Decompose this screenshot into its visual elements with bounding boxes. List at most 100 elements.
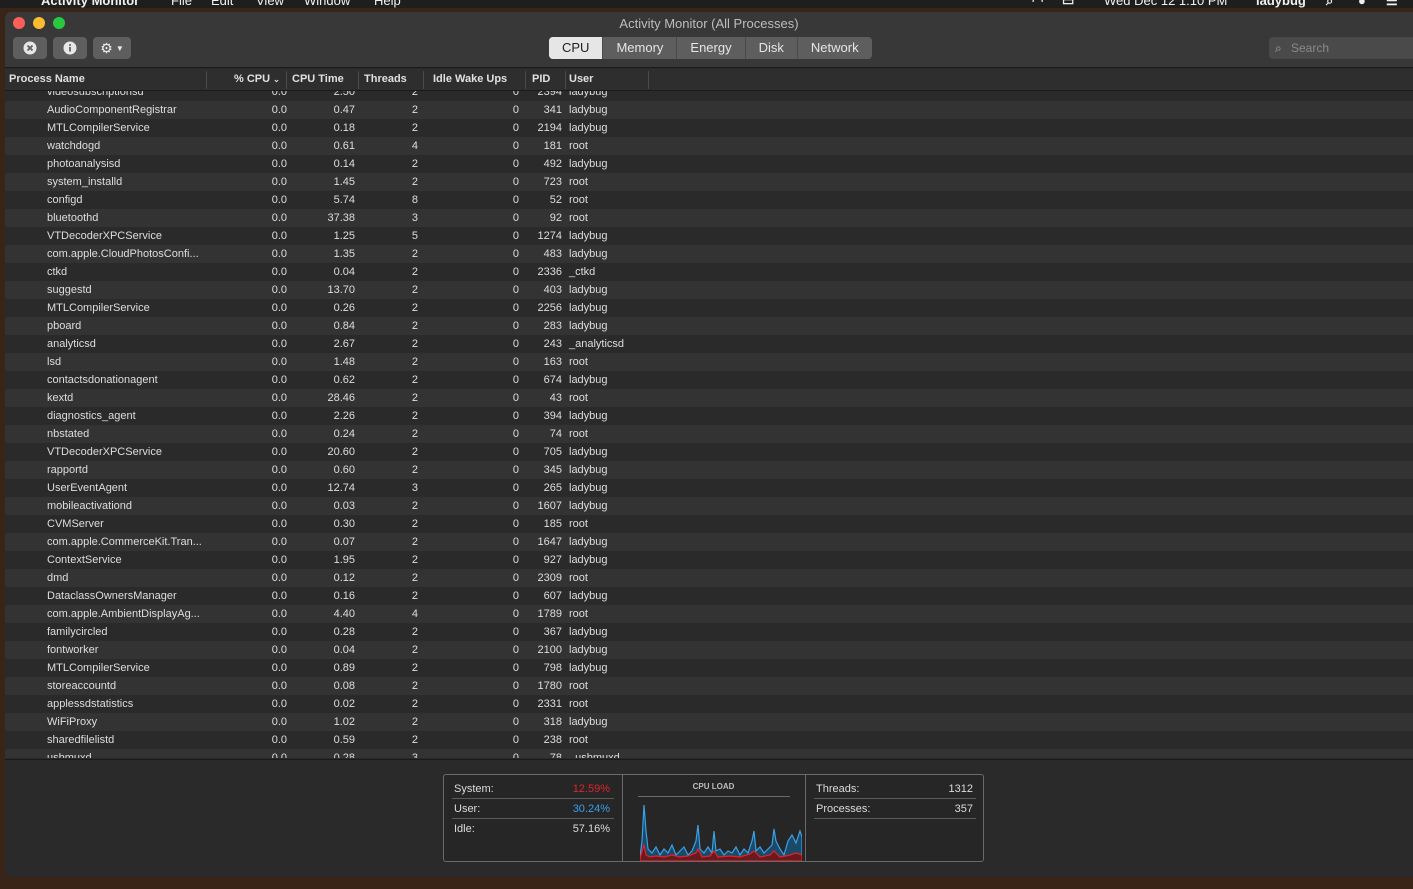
menu-file[interactable]: File — [171, 0, 192, 8]
cell-cpu: 0.0 — [271, 338, 287, 350]
menu-view[interactable]: View — [256, 0, 284, 8]
table-row[interactable]: watchdogd 0.0 0.61 4 0 181 root — [5, 137, 1413, 155]
cell-time: 1.95 — [333, 554, 355, 566]
table-row[interactable]: bluetoothd 0.0 37.38 3 0 92 root — [5, 209, 1413, 227]
cell-idle: 0 — [512, 716, 519, 728]
cell-threads: 2 — [411, 500, 418, 512]
table-row[interactable]: AudioComponentRegistrar 0.0 0.47 2 0 341 ladyb… — [5, 101, 1413, 119]
table-row[interactable]: usbmuxd 0.0 0.28 3 0 78 _usbmuxd — [5, 749, 1413, 758]
table-row[interactable]: system_installd 0.0 1.45 2 0 723 root — [5, 173, 1413, 191]
table-row[interactable]: MTLCompilerService 0.0 0.89 2 0 798 ladybug — [5, 659, 1413, 677]
tab-memory[interactable]: Memory — [602, 37, 676, 59]
cell-name: contactsdonationagent — [47, 374, 158, 386]
cell-cpu: 0.0 — [271, 608, 287, 620]
cell-cpu: 0.0 — [271, 104, 287, 116]
cell-threads: 2 — [411, 356, 418, 368]
table-row[interactable]: MTLCompilerService 0.0 0.26 2 0 2256 ladybug — [5, 299, 1413, 317]
cell-threads: 2 — [411, 446, 418, 458]
table-row[interactable]: sharedfilelistd 0.0 0.59 2 0 238 root — [5, 731, 1413, 749]
search-field[interactable]: ⌕ Search — [1269, 37, 1413, 59]
table-row[interactable]: contactsdonationagent 0.0 0.62 2 0 674 ladybug — [5, 371, 1413, 389]
siri-icon[interactable]: ● — [1358, 0, 1366, 8]
col-process-name[interactable]: Process Name — [9, 73, 85, 85]
cell-cpu: 0.0 — [271, 734, 287, 746]
tab-cpu[interactable]: CPU — [549, 37, 603, 59]
table-row[interactable]: lsd 0.0 1.48 2 0 163 root — [5, 353, 1413, 371]
table-row[interactable]: com.apple.AmbientDisplayAg... 0.0 4.40 4 0 17… — [5, 605, 1413, 623]
menu-app-name[interactable]: Activity Monitor — [41, 0, 139, 8]
table-row[interactable]: configd 0.0 5.74 8 0 52 root — [5, 191, 1413, 209]
spotlight-icon[interactable]: ⌕ — [1326, 0, 1333, 8]
wifi-icon[interactable]: ◠ — [1032, 0, 1043, 8]
cell-time: 2.26 — [333, 410, 355, 422]
table-row[interactable]: com.apple.CommerceKit.Tran... 0.0 0.07 2 0 16… — [5, 533, 1413, 551]
menu-clock[interactable]: Wed Dec 12 1:10 PM — [1104, 0, 1227, 8]
table-row[interactable]: dmd 0.0 0.12 2 0 2309 root — [5, 569, 1413, 587]
col-user[interactable]: User — [569, 73, 593, 85]
table-row[interactable]: diagnostics_agent 0.0 2.26 2 0 394 ladybug — [5, 407, 1413, 425]
menu-window[interactable]: Window — [304, 0, 350, 8]
inspect-process-button[interactable] — [53, 37, 87, 59]
cell-threads: 2 — [411, 104, 418, 116]
table-row[interactable]: storeaccountd 0.0 0.08 2 0 1780 root — [5, 677, 1413, 695]
col-cpu[interactable]: % CPU ⌄ — [234, 73, 280, 85]
table-row[interactable]: kextd 0.0 28.46 2 0 43 root — [5, 389, 1413, 407]
col-pid[interactable]: PID — [532, 73, 550, 85]
table-row[interactable]: applessdstatistics 0.0 0.02 2 0 2331 root — [5, 695, 1413, 713]
table-row[interactable]: UserEventAgent 0.0 12.74 3 0 265 ladybug — [5, 479, 1413, 497]
table-row[interactable]: ContextService 0.0 1.95 2 0 927 ladybug — [5, 551, 1413, 569]
cell-pid: 798 — [543, 662, 562, 674]
quit-process-button[interactable] — [13, 37, 47, 59]
col-idle-wake-ups[interactable]: Idle Wake Ups — [433, 73, 507, 85]
table-row[interactable]: WiFiProxy 0.0 1.02 2 0 318 ladybug — [5, 713, 1413, 731]
cell-name: storeaccountd — [47, 680, 117, 692]
cell-idle: 0 — [512, 572, 519, 584]
menu-user[interactable]: ladybug — [1256, 0, 1306, 8]
table-row[interactable]: VTDecoderXPCService 0.0 20.60 2 0 705 ladybug — [5, 443, 1413, 461]
cell-time: 28.46 — [327, 392, 355, 404]
table-row[interactable]: mobileactivationd 0.0 0.03 2 0 1607 ladybug — [5, 497, 1413, 515]
table-row[interactable]: nbstated 0.0 0.24 2 0 74 root — [5, 425, 1413, 443]
table-row[interactable]: MTLCompilerService 0.0 0.18 2 0 2194 ladybug — [5, 119, 1413, 137]
action-menu-button[interactable]: ⚙ ▼ — [93, 37, 131, 59]
table-row[interactable]: pboard 0.0 0.84 2 0 283 ladybug — [5, 317, 1413, 335]
table-row[interactable]: CVMServer 0.0 0.30 2 0 185 root — [5, 515, 1413, 533]
cell-pid: 403 — [543, 284, 562, 296]
table-row[interactable]: familycircled 0.0 0.28 2 0 367 ladybug — [5, 623, 1413, 641]
battery-icon[interactable]: ▭ — [1062, 0, 1074, 8]
cell-name: fontworker — [47, 644, 99, 656]
cell-user: root — [569, 212, 588, 224]
cell-name: CVMServer — [47, 518, 104, 530]
table-row[interactable]: videosubscriptionsd 0.0 2.50 2 0 2394 ladybug — [5, 91, 1413, 101]
cell-user: ladybug — [569, 320, 608, 332]
cell-idle: 0 — [512, 500, 519, 512]
table-row[interactable]: analyticsd 0.0 2.67 2 0 243 _analyticsd — [5, 335, 1413, 353]
cell-time: 0.24 — [333, 428, 355, 440]
notification-center-icon[interactable]: ☰ — [1386, 0, 1398, 8]
table-row[interactable]: com.apple.CloudPhotosConfi... 0.0 1.35 2 0 48… — [5, 245, 1413, 263]
tab-energy[interactable]: Energy — [676, 37, 744, 59]
tab-network[interactable]: Network — [796, 37, 872, 59]
table-row[interactable]: photoanalysisd 0.0 0.14 2 0 492 ladybug — [5, 155, 1413, 173]
table-row[interactable]: VTDecoderXPCService 0.0 1.25 5 0 1274 ladybug — [5, 227, 1413, 245]
cell-name: bluetoothd — [47, 212, 99, 224]
cell-idle: 0 — [512, 428, 519, 440]
menu-help[interactable]: Help — [374, 0, 401, 8]
cell-idle: 0 — [512, 158, 519, 170]
table-row[interactable]: rapportd 0.0 0.60 2 0 345 ladybug — [5, 461, 1413, 479]
table-row[interactable]: ctkd 0.0 0.04 2 0 2336 _ctkd — [5, 263, 1413, 281]
idle-value: 57.16% — [572, 823, 610, 835]
menu-edit[interactable]: Edit — [211, 0, 233, 8]
table-row[interactable]: DataclassOwnersManager 0.0 0.16 2 0 607 ladybu… — [5, 587, 1413, 605]
cell-pid: 705 — [543, 446, 562, 458]
cell-user: root — [569, 176, 588, 188]
processes-value: 357 — [954, 803, 973, 815]
system-label: System: — [454, 783, 494, 795]
cell-user: root — [569, 194, 588, 206]
col-cpu-time[interactable]: CPU Time — [292, 73, 344, 85]
tab-disk[interactable]: Disk — [744, 37, 797, 59]
cell-threads: 2 — [411, 158, 418, 170]
table-row[interactable]: suggestd 0.0 13.70 2 0 403 ladybug — [5, 281, 1413, 299]
col-threads[interactable]: Threads — [364, 73, 407, 85]
table-row[interactable]: fontworker 0.0 0.04 2 0 2100 ladybug — [5, 641, 1413, 659]
